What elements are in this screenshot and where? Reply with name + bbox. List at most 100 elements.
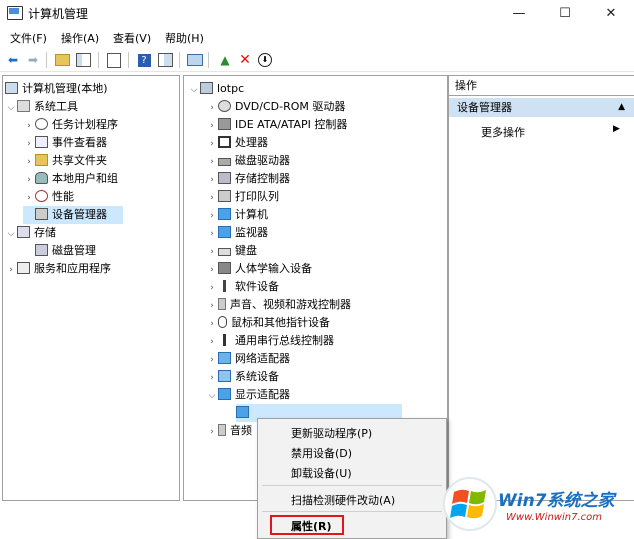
- chevron-right-icon[interactable]: ›: [206, 423, 218, 441]
- chevron-down-icon[interactable]: ⌵: [5, 99, 17, 117]
- menu-file[interactable]: 文件(F): [10, 30, 47, 46]
- actions-section-device-manager[interactable]: 设备管理器 ▲: [449, 98, 634, 117]
- update-driver-icon[interactable]: ▲: [216, 51, 234, 69]
- computer-management-icon: [5, 82, 18, 94]
- up-folder-icon[interactable]: [53, 51, 71, 69]
- uninstall-icon[interactable]: ✕: [236, 51, 254, 69]
- device-category-label: 通用串行总线控制器: [235, 334, 334, 347]
- device-category[interactable]: › DVD/CD-ROM 驱动器: [206, 98, 345, 116]
- device-category-label: 软件设备: [235, 280, 279, 293]
- back-icon[interactable]: ⬅: [4, 51, 22, 69]
- software-device-icon: [218, 280, 231, 292]
- properties-icon[interactable]: [105, 51, 123, 69]
- show-hide-tree-icon[interactable]: [74, 51, 92, 69]
- device-category[interactable]: › IDE ATA/ATAPI 控制器: [206, 116, 347, 134]
- tree-item-disk-management[interactable]: 磁盘管理: [35, 242, 96, 260]
- processor-icon: [218, 136, 231, 148]
- device-category-label: 处理器: [235, 136, 268, 149]
- device-root[interactable]: ⌵ lotpc: [188, 80, 244, 98]
- device-root-label: lotpc: [217, 82, 245, 95]
- chevron-down-icon[interactable]: ⌵: [188, 81, 200, 99]
- chevron-right-icon[interactable]: ›: [206, 153, 218, 171]
- menu-properties[interactable]: 属性(R): [291, 518, 332, 534]
- device-category[interactable]: › 鼠标和其他指针设备: [206, 314, 330, 332]
- scan-hardware-icon[interactable]: [186, 51, 204, 69]
- disk-icon: [35, 244, 48, 256]
- menu-uninstall-device[interactable]: 卸载设备(U): [291, 465, 352, 481]
- device-category[interactable]: › 打印队列: [206, 188, 279, 206]
- device-category[interactable]: › 监视器: [206, 224, 268, 242]
- device-category-label: DVD/CD-ROM 驱动器: [235, 100, 346, 113]
- tree-item-label: 磁盘管理: [52, 244, 96, 257]
- device-category[interactable]: › 磁盘驱动器: [206, 152, 290, 170]
- forward-icon[interactable]: ➡: [24, 51, 42, 69]
- device-category[interactable]: › 存储控制器: [206, 170, 290, 188]
- view-icon[interactable]: [156, 51, 174, 69]
- device-category[interactable]: › 网络适配器: [206, 350, 290, 368]
- device-category[interactable]: › 声音、视频和游戏控制器: [206, 296, 351, 314]
- collapse-icon[interactable]: ▲: [618, 98, 625, 117]
- audio-icon: [218, 424, 226, 436]
- device-category-display-adapters[interactable]: ⌵ 显示适配器: [206, 386, 290, 404]
- close-button[interactable]: ✕: [588, 0, 634, 26]
- more-actions[interactable]: 更多操作: [481, 124, 525, 140]
- chevron-right-icon[interactable]: ›: [206, 99, 218, 117]
- chevron-right-icon[interactable]: ›: [206, 315, 218, 333]
- chevron-right-icon[interactable]: ›: [23, 153, 35, 171]
- chevron-down-icon[interactable]: ⌵: [5, 225, 17, 243]
- device-category[interactable]: › 音频: [206, 422, 252, 440]
- submenu-arrow-icon[interactable]: ▶: [613, 124, 620, 134]
- chevron-right-icon[interactable]: ›: [206, 171, 218, 189]
- tree-item-task-scheduler[interactable]: › 任务计划程序: [23, 116, 118, 134]
- menu-update-driver[interactable]: 更新驱动程序(P): [291, 425, 372, 441]
- chevron-right-icon[interactable]: ›: [206, 225, 218, 243]
- device-category[interactable]: › 通用串行总线控制器: [206, 332, 334, 350]
- chevron-right-icon[interactable]: ›: [206, 189, 218, 207]
- chevron-right-icon[interactable]: ›: [206, 297, 218, 315]
- chevron-right-icon[interactable]: ›: [23, 171, 35, 189]
- menu-disable-device[interactable]: 禁用设备(D): [291, 445, 352, 461]
- tree-item-performance[interactable]: › 性能: [23, 188, 74, 206]
- device-category[interactable]: › 处理器: [206, 134, 268, 152]
- device-category-label: 计算机: [235, 208, 268, 221]
- chevron-right-icon[interactable]: ›: [206, 351, 218, 369]
- tree-item-local-users[interactable]: › 本地用户和组: [23, 170, 118, 188]
- chevron-right-icon[interactable]: ›: [206, 369, 218, 387]
- tree-item-device-manager[interactable]: 设备管理器: [23, 206, 123, 224]
- system-device-icon: [218, 370, 231, 382]
- tree-system-tools[interactable]: ⌵ 系统工具: [5, 98, 78, 116]
- chevron-right-icon[interactable]: ›: [23, 189, 35, 207]
- menu-scan-hardware[interactable]: 扫描检测硬件改动(A): [291, 492, 395, 508]
- menu-view[interactable]: 查看(V): [113, 30, 151, 46]
- chevron-right-icon[interactable]: ›: [23, 117, 35, 135]
- device-category[interactable]: › 键盘: [206, 242, 257, 260]
- menu-action[interactable]: 操作(A): [61, 30, 99, 46]
- download-icon[interactable]: ⬇: [256, 51, 274, 69]
- tree-storage[interactable]: ⌵ 存储: [5, 224, 56, 242]
- tree-item-event-viewer[interactable]: › 事件查看器: [23, 134, 107, 152]
- computer-icon: [200, 82, 213, 94]
- chevron-right-icon[interactable]: ›: [206, 261, 218, 279]
- maximize-button[interactable]: ☐: [542, 0, 588, 26]
- chevron-right-icon[interactable]: ›: [5, 261, 17, 279]
- usb-icon: [218, 334, 231, 346]
- device-category[interactable]: › 人体学输入设备: [206, 260, 312, 278]
- menu-help[interactable]: 帮助(H): [165, 30, 204, 46]
- help-icon[interactable]: ?: [135, 51, 153, 69]
- chevron-right-icon[interactable]: ›: [23, 135, 35, 153]
- chevron-right-icon[interactable]: ›: [206, 135, 218, 153]
- chevron-right-icon[interactable]: ›: [206, 333, 218, 351]
- actions-section-label: 设备管理器: [457, 101, 512, 114]
- device-category[interactable]: › 软件设备: [206, 278, 279, 296]
- chevron-right-icon[interactable]: ›: [206, 279, 218, 297]
- chevron-down-icon[interactable]: ⌵: [206, 387, 218, 405]
- chevron-right-icon[interactable]: ›: [206, 117, 218, 135]
- chevron-right-icon[interactable]: ›: [206, 207, 218, 225]
- minimize-button[interactable]: —: [496, 0, 542, 26]
- device-category[interactable]: › 计算机: [206, 206, 268, 224]
- tree-services[interactable]: › 服务和应用程序: [5, 260, 111, 278]
- device-category[interactable]: › 系统设备: [206, 368, 279, 386]
- tree-root[interactable]: 计算机管理(本地): [5, 80, 108, 98]
- chevron-right-icon[interactable]: ›: [206, 243, 218, 261]
- tree-item-shared-folders[interactable]: › 共享文件夹: [23, 152, 107, 170]
